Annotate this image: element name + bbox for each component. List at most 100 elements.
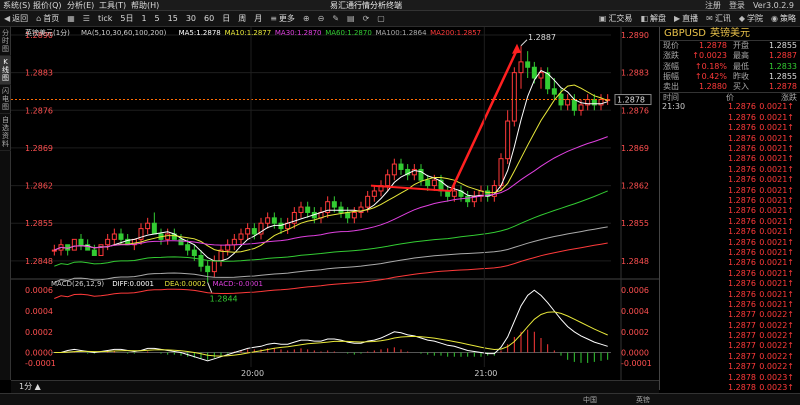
candle-body (151, 222, 157, 235)
live-button[interactable]: ▶ 直播 (670, 11, 702, 27)
zoom-out-button[interactable]: ⊖ (314, 11, 329, 27)
calendar-button[interactable]: ▣ 汇交易 (595, 11, 637, 27)
tick-time (662, 362, 684, 372)
view-tab[interactable]: K线图 (0, 56, 11, 85)
toolbar-label: 汇交易 (608, 13, 633, 23)
home-button[interactable]: ⌂ 首页 (32, 11, 63, 27)
view-tab[interactable]: 分时图 (0, 27, 11, 56)
tick-change: 0.0021↑ (759, 102, 794, 112)
tick-list[interactable]: 21:30 1.2876 0.0021↑ 1.2876 0.0021↑ 1.2876 0.0… (660, 102, 800, 405)
tick-time (662, 310, 684, 320)
toolbar-label: 日 (222, 13, 231, 23)
list-button[interactable]: ☰ (79, 11, 94, 27)
period-周-button[interactable]: 周 (234, 11, 250, 27)
macd-tick-left: -0.0001 (25, 359, 56, 368)
tick-change: 0.0021↑ (759, 237, 794, 247)
tick-row: 1.2876 0.0021↑ (660, 248, 800, 258)
tick-row: 1.2876 0.0021↑ (660, 217, 800, 227)
menu-item[interactable]: 工具(T) (99, 0, 126, 11)
period-selector[interactable]: 1分 ▲ (19, 382, 41, 392)
refresh-button[interactable]: ⟳ (359, 11, 374, 27)
title-link[interactable]: 注册 (705, 0, 721, 11)
candle-body (111, 233, 117, 240)
chart-canvas[interactable]: 1.2890 1.28901.2883 1.28831.2876 1.28761.28… (11, 27, 659, 380)
draw-button[interactable]: ✎ (328, 11, 343, 27)
toolbar-label: 1 (141, 13, 147, 23)
tick-change: 0.0023↑ (759, 372, 794, 382)
news-button[interactable]: ◉ 策略 (767, 11, 800, 27)
title-bar: 易汇通行情分析终端 注册 登录 Ver3.0.2.9 系统(S) 报价(Q) 分析(E)… (0, 0, 800, 11)
toolbar-label: 5日 (120, 13, 134, 23)
tick-change: 0.0022↑ (759, 310, 794, 320)
title-link[interactable]: Ver3.0.2.9 (753, 0, 794, 11)
period-15-button[interactable]: 15 (164, 11, 182, 27)
school-button[interactable]: ◆ 学院 (735, 11, 767, 27)
more-button[interactable]: ≡ 更多 (266, 11, 299, 27)
candle-body (505, 120, 511, 160)
period-5-button[interactable]: 5 (151, 11, 164, 27)
period-5日-button[interactable]: 5日 (116, 11, 137, 27)
tick-time (662, 113, 684, 123)
tick-price: 1.2877 (728, 331, 756, 341)
tick-change: 0.0021↑ (759, 227, 794, 237)
menu-item[interactable]: 系统(S) (3, 0, 30, 11)
zoom-in-button[interactable]: ⊕ (299, 11, 314, 27)
title-link[interactable]: 登录 (729, 0, 745, 11)
period-60-button[interactable]: 60 (200, 11, 218, 27)
period-月-button[interactable]: 月 (250, 11, 266, 27)
candle-body (338, 206, 344, 213)
quote-label: 卖出 (663, 82, 679, 92)
quote-cell: 买入 1.2878 (730, 82, 800, 92)
tick-change: 0.0022↑ (759, 362, 794, 372)
candle-body (185, 244, 191, 251)
title-right-links: 注册 登录 Ver3.0.2.9 (705, 0, 794, 11)
chart-button[interactable]: ▦ (63, 11, 79, 27)
toolbar-label: 15 (167, 13, 178, 23)
tick-time (662, 206, 684, 216)
macd-tick-right: 0.0002 (621, 328, 649, 337)
forum-button[interactable]: ✉ 汇讯 (702, 11, 735, 27)
period-日-button[interactable]: 日 (218, 11, 234, 27)
tick-time (662, 196, 684, 206)
tick-row: 1.2876 0.0021↑ (660, 300, 800, 310)
toolbar-label: 解盘 (650, 13, 666, 23)
price-chart[interactable]: 1.2890 1.2890 1.2883 1.2883 1.2876 1.2876 1.28… (11, 27, 659, 380)
candle-body (298, 206, 304, 213)
quote-row: 现价 1.2878 开盘 1.2855 (660, 41, 800, 51)
candle-body (511, 72, 517, 122)
tick-row: 1.28780.0023↑ (660, 383, 800, 393)
quote-value: 1.2855 (769, 41, 797, 50)
candle-body (371, 190, 377, 197)
tick-change: 0.0021↑ (759, 289, 794, 299)
current-price-label: 1.2878 (617, 96, 645, 105)
tick-change: 0.0021↑ (759, 144, 794, 154)
quote-cell: 卖出 1.2880 (660, 82, 730, 92)
quote-cell: 昨收 1.2855 (730, 72, 800, 82)
tick-change: 0.0021↑ (759, 175, 794, 185)
candle-body (331, 201, 337, 208)
view-tab[interactable]: 自选资料 (0, 114, 11, 151)
menu-item[interactable]: 报价(Q) (33, 0, 62, 11)
price-tick-right: 1.2890 (621, 31, 649, 40)
period-30-button[interactable]: 30 (182, 11, 200, 27)
analysis-button[interactable]: ◧ 解盘 (636, 11, 670, 27)
back-button[interactable]: ◀ 返回 (0, 11, 32, 27)
tick-row: 1.2876 0.0021↑ (660, 196, 800, 206)
period-tick-button[interactable]: tick (94, 11, 116, 27)
select-button[interactable]: ▢ (373, 11, 389, 27)
quote-value: ↑0.0023 (692, 51, 727, 61)
period-1-button[interactable]: 1 (137, 11, 150, 27)
tick-time (662, 144, 684, 154)
tick-price: 1.2877 (728, 310, 756, 320)
grid-button[interactable]: ▤ (343, 11, 359, 27)
chart-icon: ▦ (67, 13, 75, 23)
candle-body (231, 238, 237, 246)
tick-row: 1.2876 0.0021↑ (660, 290, 800, 300)
menu-item[interactable]: 帮助(H) (131, 0, 159, 11)
view-tab[interactable]: 闪电图 (0, 85, 11, 114)
price-tick-right: 1.2883 (621, 69, 649, 78)
menu-item[interactable]: 分析(E) (67, 0, 94, 11)
price-tick-right: 1.2869 (621, 144, 649, 153)
tick-change: 0.0022↑ (759, 320, 794, 330)
quote-label: 涨幅 (663, 61, 679, 71)
